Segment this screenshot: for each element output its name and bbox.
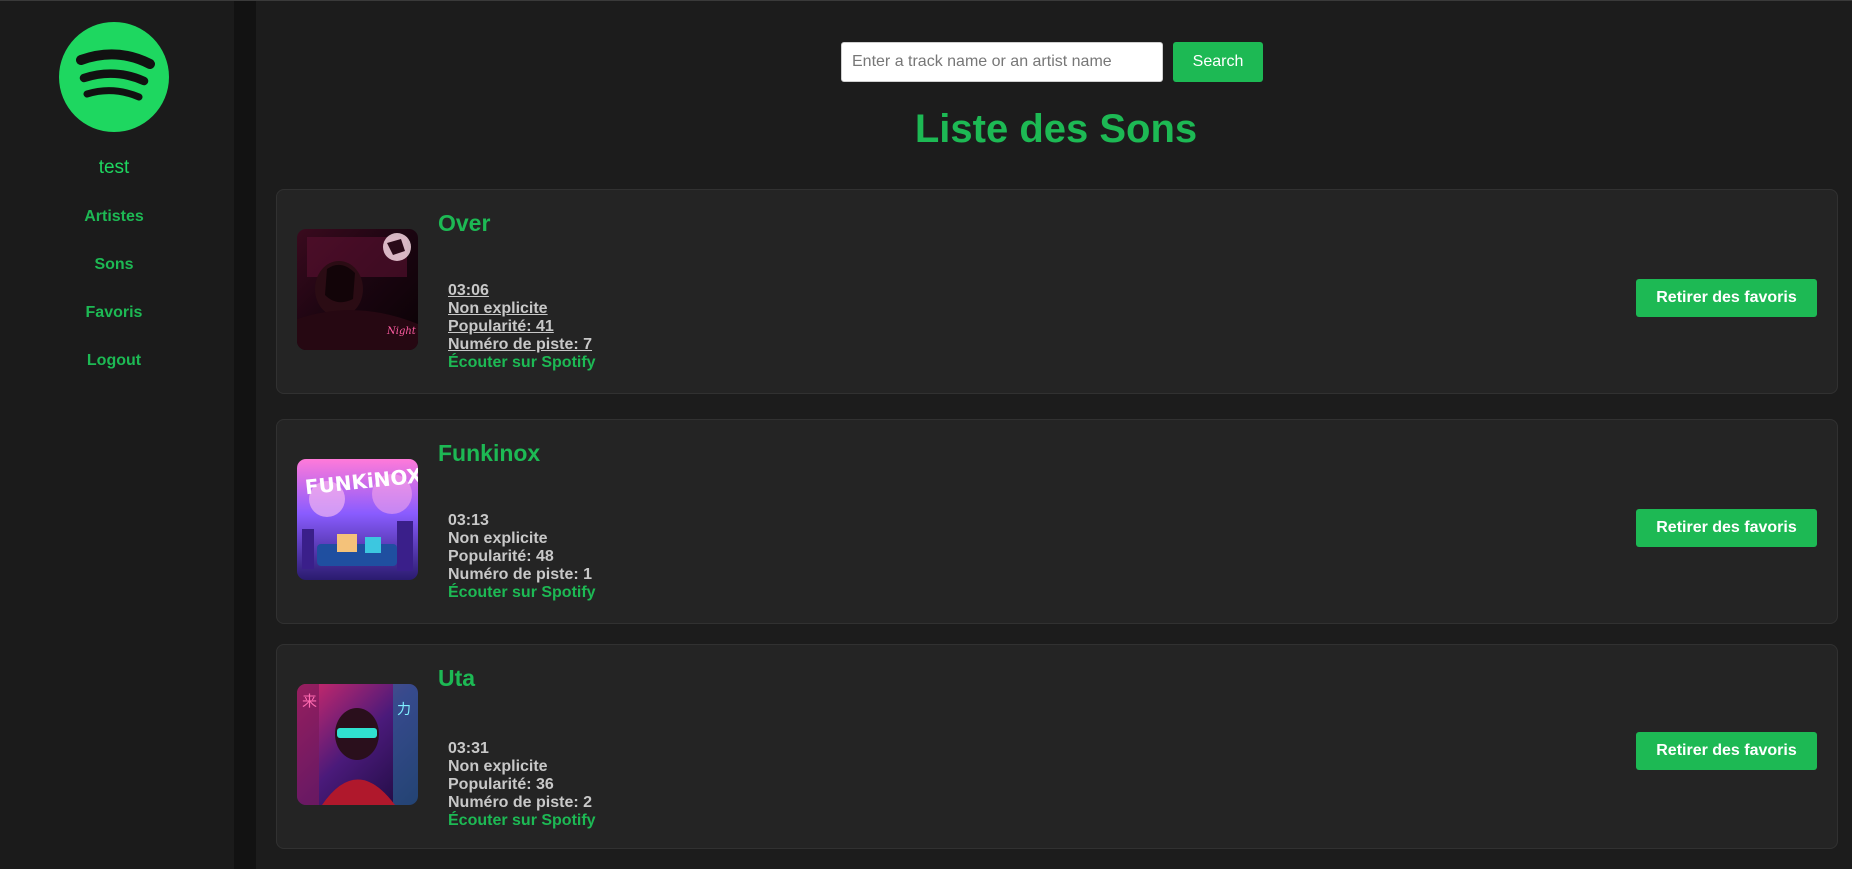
listen-on-spotify-link[interactable]: Écouter sur Spotify [448, 584, 596, 602]
track-details: 03:06 Non explicite Popularité: 41 Numér… [448, 282, 596, 372]
track-title: Over [438, 210, 491, 236]
track-title: Funkinox [438, 440, 541, 466]
username-label: test [98, 157, 130, 178]
remove-favorite-button[interactable]: Retirer des favoris [1636, 279, 1817, 317]
nav-sons-link[interactable]: Sons [0, 256, 228, 274]
search-button[interactable]: Search [1173, 42, 1263, 82]
track-popularity: Popularité: 36 [448, 776, 554, 793]
app-window: test Artistes Sons Favoris Logout Search… [0, 0, 1852, 869]
nav-artistes-link[interactable]: Artistes [0, 208, 228, 226]
album-cover-image: Night [297, 229, 418, 350]
page-title: Liste des Sons [914, 107, 1198, 151]
svg-text:力: 力 [397, 702, 411, 718]
search-input[interactable] [841, 42, 1163, 82]
remove-favorite-button[interactable]: Retirer des favoris [1636, 509, 1817, 547]
remove-favorite-button[interactable]: Retirer des favoris [1636, 732, 1817, 770]
spotify-logo-icon[interactable] [59, 22, 169, 132]
track-details: 03:13 Non explicite Popularité: 48 Numér… [448, 512, 596, 602]
svg-text:Night: Night [386, 326, 417, 337]
track-duration: 03:13 [448, 512, 489, 529]
track-number: Numéro de piste: 7 [448, 336, 593, 353]
track-card: FUNKiNOX Funkinox 03:13 Non explicite Po… [276, 419, 1838, 624]
sidebar: test Artistes Sons Favoris Logout [0, 1, 234, 869]
track-details: 03:31 Non explicite Popularité: 36 Numér… [448, 740, 596, 830]
track-title: Uta [438, 665, 476, 691]
track-popularity: Popularité: 48 [448, 548, 554, 565]
listen-on-spotify-link[interactable]: Écouter sur Spotify [448, 354, 596, 372]
track-explicit-status: Non explicite [448, 758, 548, 775]
track-card: 来 力 Uta 03:31 Non explicite Popularité: … [276, 644, 1838, 849]
main-content: Search Liste des Sons [256, 1, 1852, 869]
track-number: Numéro de piste: 1 [448, 566, 593, 583]
nav-logout-link[interactable]: Logout [0, 352, 228, 370]
album-cover-image: 来 力 [297, 684, 418, 805]
nav-favoris-link[interactable]: Favoris [0, 304, 228, 322]
track-number: Numéro de piste: 2 [448, 794, 593, 811]
track-explicit-status: Non explicite [448, 530, 548, 547]
track-popularity: Popularité: 41 [448, 318, 554, 335]
track-duration: 03:06 [448, 282, 489, 299]
track-card: Night Over 03:06 Non explicite Popularit… [276, 189, 1838, 394]
track-duration: 03:31 [448, 740, 489, 757]
listen-on-spotify-link[interactable]: Écouter sur Spotify [448, 812, 596, 830]
track-explicit-status: Non explicite [448, 300, 548, 317]
sidebar-divider [234, 1, 256, 869]
svg-text:来: 来 [302, 692, 317, 710]
album-cover-image: FUNKiNOX [297, 459, 418, 580]
